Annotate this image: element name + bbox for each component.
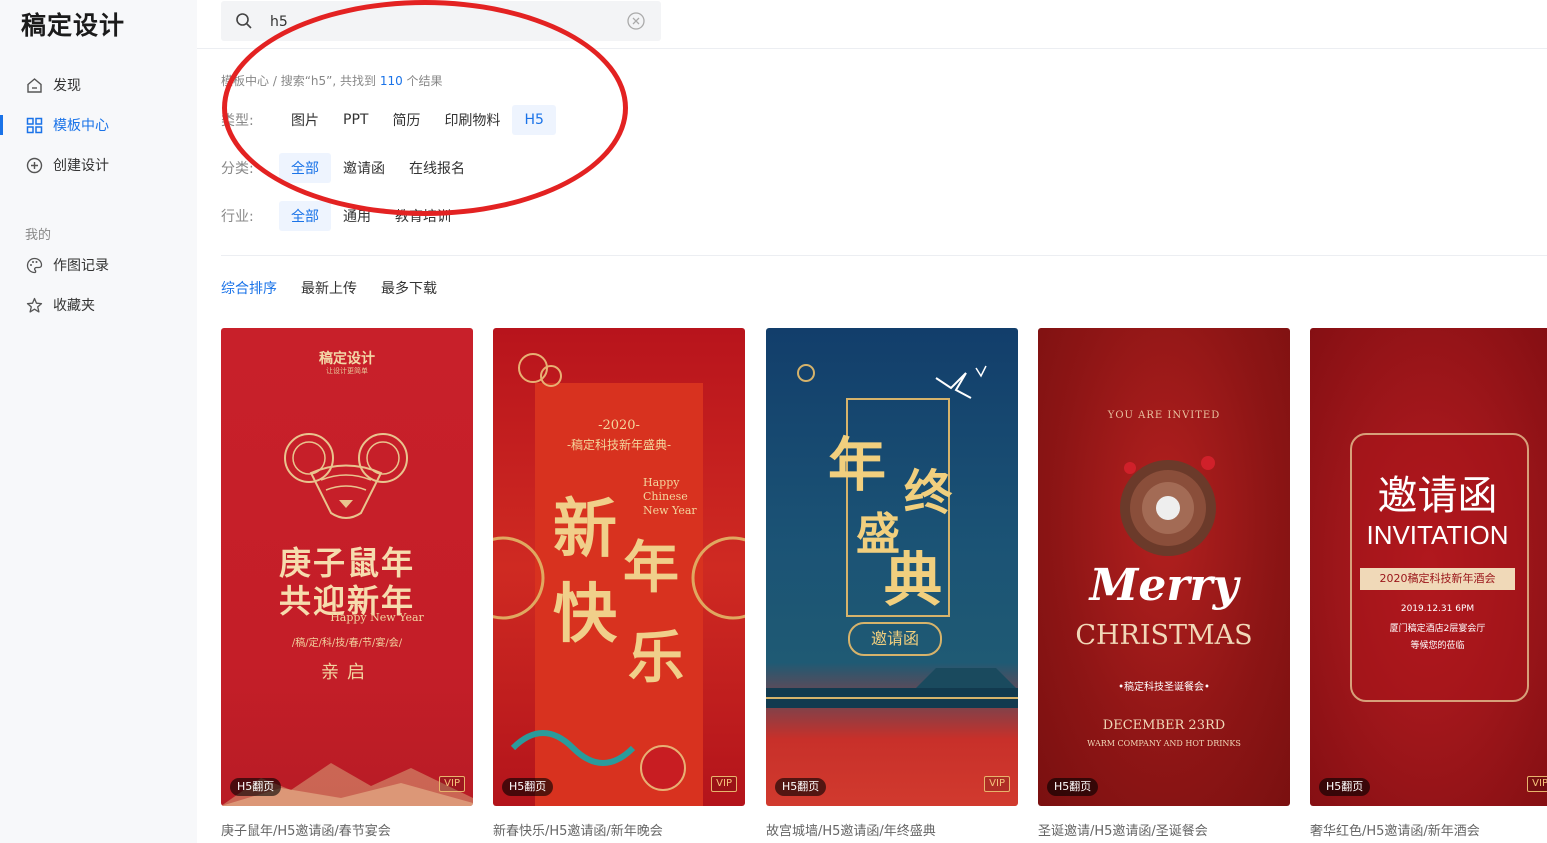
vip-badge: VIP (711, 776, 737, 792)
vip-badge: VIP (439, 776, 465, 792)
filter-chip[interactable]: 图片 (279, 105, 331, 135)
top-bar (197, 0, 1547, 49)
card-caption[interactable]: 新春快乐/H5邀请函/新年晚会 (493, 820, 663, 839)
sidebar-item-label: 创建设计 (53, 158, 109, 174)
poster-invite: YOU ARE INVITED (1107, 410, 1221, 421)
filter-type: 类型: 图片 PPT 简历 印刷物料 H5 (221, 104, 556, 136)
poster-date: DECEMBER 23RD (1102, 718, 1226, 733)
poster-char-4: 典 (884, 546, 943, 614)
sort-option-selected[interactable]: 综合排序 (221, 278, 277, 298)
card-caption[interactable]: 圣诞邀请/H5邀请函/圣诞餐会 (1038, 820, 1208, 839)
plus-circle-icon (25, 156, 43, 174)
home-icon (25, 76, 43, 94)
sidebar-item-label: 发现 (53, 78, 81, 94)
poster-brand: 稿定设计 (319, 351, 375, 367)
palette-icon (25, 256, 43, 274)
poster-banner: 2020稿定科技新年酒会 (1360, 568, 1515, 590)
poster-tagline: 让设计更简单 (326, 367, 368, 375)
divider (221, 255, 1547, 256)
template-card[interactable]: 邀请函 INVITATION 2020稿定科技新年酒会 2019.12.31 6… (1310, 328, 1547, 806)
crane-icon (797, 364, 987, 399)
breadcrumb-root[interactable]: 模板中心 (221, 74, 269, 88)
poster-time: 2019.12.31 6PM (1400, 604, 1475, 614)
h5-badge: H5翻页 (1319, 778, 1371, 796)
poster-footer: 亲启 (321, 662, 373, 683)
sidebar-item-favorites[interactable]: 收藏夹 (0, 287, 197, 323)
h5-badge: H5翻页 (230, 778, 282, 796)
result-prefix: 搜索“h5”, 共找到 (280, 74, 380, 88)
sidebar-item-label: 作图记录 (53, 258, 109, 274)
filter-industry: 行业: 全部 通用 教育培训 (221, 200, 463, 232)
filter-chip-selected[interactable]: H5 (512, 105, 556, 135)
filter-chip[interactable]: 在线报名 (397, 153, 477, 183)
sidebar: 稿定设计 发现 模板中心 创建设计 我的 作图记录 收藏夹 (0, 0, 197, 843)
h5-badge: H5翻页 (1047, 778, 1099, 796)
search-icon (235, 12, 253, 34)
sidebar-section-title: 我的 (25, 228, 52, 243)
poster-note: WARM COMPANY AND HOT DRINKS (1087, 739, 1241, 748)
sidebar-item-template-center[interactable]: 模板中心 (0, 107, 197, 143)
app-logo[interactable]: 稿定设计 (21, 6, 125, 42)
template-card[interactable]: YOU ARE INVITED Merry CHRISTMAS •稿定科技圣诞餐… (1038, 328, 1290, 806)
sidebar-item-history[interactable]: 作图记录 (0, 247, 197, 283)
poster-wait: 等候您的莅临 (1410, 641, 1465, 651)
filter-label: 分类: (221, 161, 254, 177)
filter-chip-selected[interactable]: 全部 (279, 201, 331, 231)
clear-search-icon[interactable] (627, 12, 645, 34)
sort-tabs: 综合排序 最新上传 最多下载 (221, 278, 461, 298)
h5-badge: H5翻页 (775, 778, 827, 796)
search-box[interactable] (221, 1, 661, 41)
sidebar-item-label: 模板中心 (53, 118, 109, 134)
poster-char-1: 年 (828, 431, 887, 499)
poster-english: INVITATION (1366, 520, 1509, 550)
template-card[interactable]: 稿定设计 让设计更简单 庚子鼠年 共迎新年 Happy New Year /稿/… (221, 328, 473, 806)
sort-option[interactable]: 最新上传 (301, 278, 357, 298)
filter-chip[interactable]: 邀请函 (331, 153, 397, 183)
breadcrumb: 模板中心 / 搜索“h5”, 共找到 110 个结果 (221, 72, 443, 89)
filter-category: 分类: 全部 邀请函 在线报名 (221, 152, 477, 184)
poster-christmas: CHRISTMAS (1075, 620, 1253, 651)
poster-merry: Merry (1089, 560, 1239, 611)
vip-badge: VIP (1527, 776, 1547, 792)
h5-badge: H5翻页 (502, 778, 554, 796)
filter-label: 行业: (221, 209, 254, 225)
star-icon (25, 296, 43, 314)
result-suffix: 个结果 (402, 74, 443, 88)
breadcrumb-separator: / (269, 74, 281, 88)
filter-chip-selected[interactable]: 全部 (279, 153, 331, 183)
poster-char-2: 终 (904, 465, 953, 521)
cloud-decoration (493, 353, 745, 791)
template-card[interactable]: -2020- -稿定科技新年盛典- Happy Chinese New Year… (493, 328, 745, 806)
filter-label: 类型: (221, 113, 254, 129)
card-caption[interactable]: 奢华红色/H5邀请函/新年酒会 (1310, 820, 1480, 839)
vip-badge: VIP (984, 776, 1010, 792)
sidebar-item-create-design[interactable]: 创建设计 (0, 147, 197, 183)
filter-chip[interactable]: 简历 (380, 105, 432, 135)
result-count: 110 (379, 74, 403, 88)
poster-place: 厦门稿定酒店2层宴会厅 (1389, 624, 1486, 634)
filter-chip[interactable]: PPT (331, 105, 380, 135)
card-caption[interactable]: 庚子鼠年/H5邀请函/春节宴会 (221, 820, 391, 839)
search-input[interactable] (268, 9, 612, 35)
sort-option[interactable]: 最多下载 (381, 278, 437, 298)
sidebar-item-label: 收藏夹 (53, 298, 95, 314)
filter-chip[interactable]: 印刷物料 (432, 105, 512, 135)
poster-event: •稿定科技圣诞餐会• (1118, 682, 1210, 693)
template-card[interactable]: 年 终 盛 典 邀请函 H5翻页 VIP (766, 328, 1018, 806)
poster-subtitle: Happy New Year (330, 611, 424, 624)
sidebar-item-discover[interactable]: 发现 (0, 67, 197, 103)
poster-line: /稿/定/科/技/春/节/宴/会/ (291, 638, 403, 649)
pinecone-icon (1120, 456, 1216, 556)
card-caption[interactable]: 故宫城墙/H5邀请函/年终盛典 (766, 820, 936, 839)
palace-roof-decoration (766, 668, 1018, 708)
mouse-emblem-icon (284, 433, 408, 519)
grid-icon (25, 116, 43, 134)
filter-chip[interactable]: 通用 (331, 201, 383, 231)
filter-chip[interactable]: 教育培训 (383, 201, 463, 231)
poster-title: 邀请函 (1377, 473, 1498, 519)
